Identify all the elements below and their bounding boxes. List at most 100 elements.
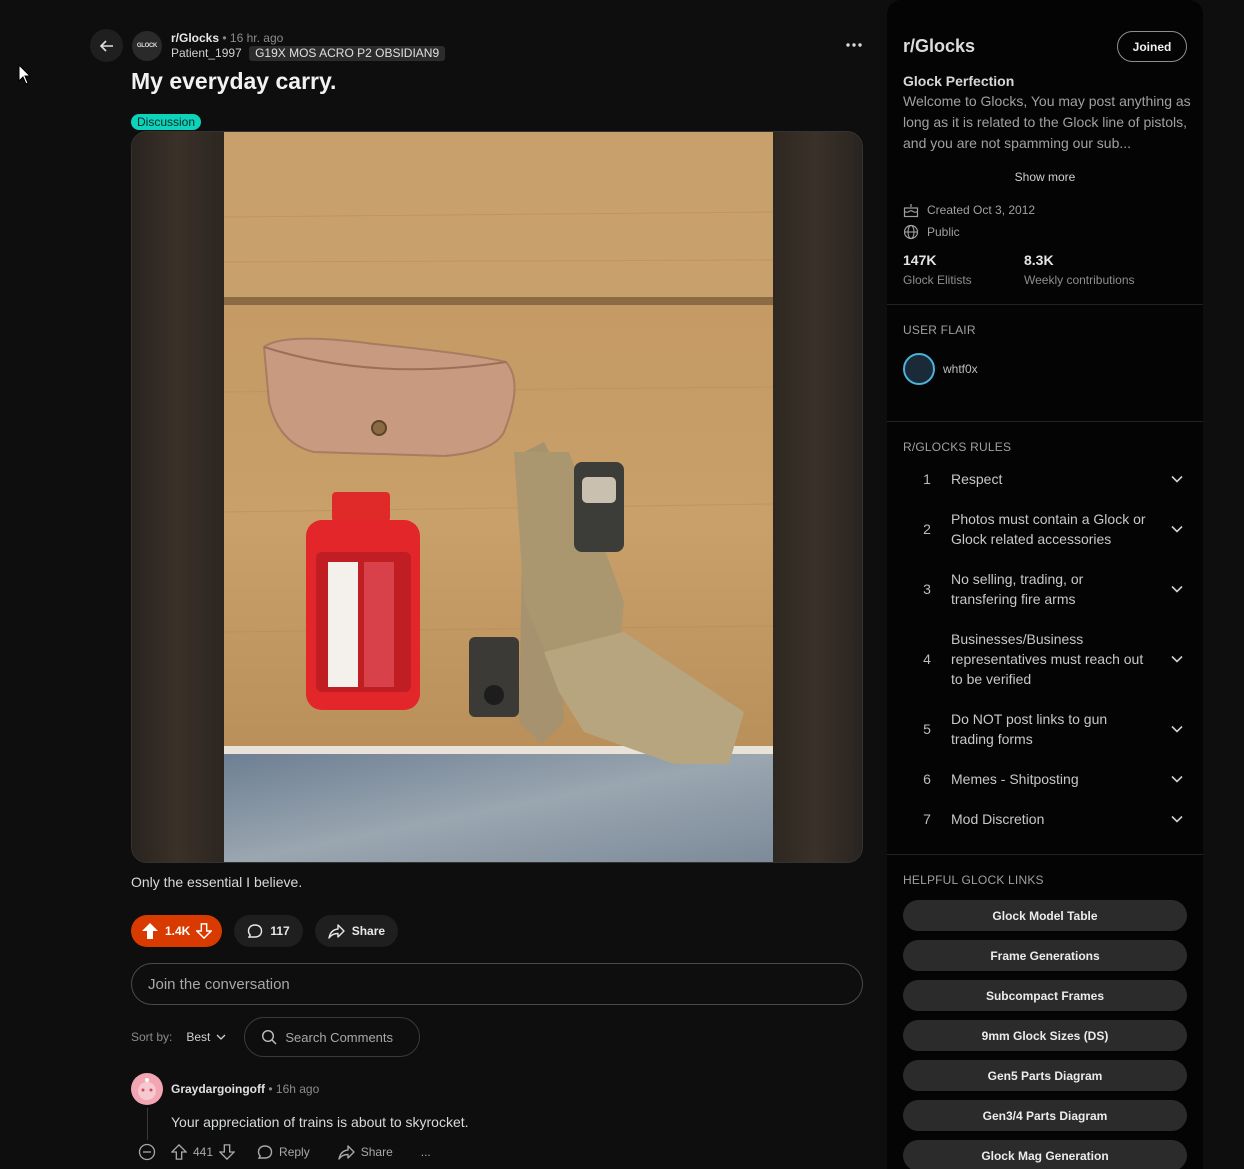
flair-avatar (903, 353, 935, 385)
created-date-text: Created Oct 3, 2012 (927, 203, 1036, 217)
rule-number: 5 (923, 721, 931, 737)
share-button[interactable]: Share (314, 915, 399, 947)
community-description: Welcome to Glocks, You may post anything… (903, 93, 1191, 151)
cake-icon (903, 204, 919, 218)
comment-time: 16h ago (275, 1082, 320, 1096)
created-date: Created Oct 3, 2012 (903, 202, 1035, 218)
reply-button[interactable]: Reply (257, 1144, 310, 1160)
post-title: My everyday carry. (131, 68, 337, 94)
rule-item[interactable]: 3 No selling, trading, or transfering fi… (903, 569, 1187, 609)
chevron-down-icon (1171, 585, 1183, 593)
image-blur-left (132, 132, 224, 862)
post-image[interactable] (131, 131, 863, 863)
visibility-text: Public (927, 225, 960, 239)
thread-line[interactable] (147, 1108, 148, 1140)
more-options-button[interactable] (842, 36, 866, 54)
joined-button[interactable]: Joined (1117, 31, 1187, 62)
comment-icon (257, 1145, 273, 1159)
rule-item[interactable]: 1 Respect (903, 469, 1187, 489)
community-name[interactable]: r/Glocks (903, 36, 975, 57)
edc-photo (224, 132, 773, 862)
members-label: Glock Elitists (903, 273, 972, 287)
join-conversation-placeholder: Join the conversation (148, 975, 290, 993)
chevron-down-icon (1171, 775, 1183, 783)
link-button[interactable]: 9mm Glock Sizes (DS) (903, 1020, 1187, 1051)
post-meta: r/Glocks • 16 hr. ago Patient_1997 G19X … (171, 31, 446, 61)
collapse-icon[interactable] (137, 1142, 157, 1162)
sort-dropdown[interactable]: Best (186, 1030, 226, 1044)
comment-meta: Graydargoingoff • 16h ago (171, 1082, 319, 1096)
comment-text: Your appreciation of trains is about to … (171, 1114, 469, 1130)
rule-text: Do NOT post links to gun trading forms (951, 711, 1108, 747)
chevron-down-icon (1171, 725, 1183, 733)
rule-item[interactable]: 7 Mod Discretion (903, 809, 1187, 829)
divider (887, 854, 1203, 855)
vote-count: 1.4K (165, 924, 191, 938)
link-button[interactable]: Frame Generations (903, 940, 1187, 971)
chevron-down-icon (1171, 475, 1183, 483)
share-label: Share (351, 924, 386, 938)
author-flair: G19X MOS ACRO P2 OBSIDIAN9 (249, 46, 446, 61)
share-icon (328, 924, 345, 939)
chevron-down-icon (216, 1034, 226, 1040)
comment-meta-separator: • (268, 1082, 273, 1096)
rule-text: Respect (951, 471, 1003, 487)
join-conversation-input[interactable]: Join the conversation (131, 963, 863, 1005)
comment-more-button[interactable]: ... (421, 1145, 431, 1159)
comment-share-button[interactable]: Share (338, 1144, 393, 1160)
user-flair-name: whtf0x (943, 362, 978, 376)
search-comments-input[interactable]: Search Comments (244, 1017, 421, 1057)
chevron-down-icon (1171, 815, 1183, 823)
link-button[interactable]: Glock Model Table (903, 900, 1187, 931)
comment-actions: 441 Reply Share ... (137, 1141, 431, 1163)
upvote-icon[interactable] (141, 922, 159, 940)
search-icon (262, 1029, 277, 1045)
members-stat: 147K Glock Elitists (903, 252, 972, 287)
link-button[interactable]: Gen5 Parts Diagram (903, 1060, 1187, 1091)
link-button[interactable]: Gen3/4 Parts Diagram (903, 1100, 1187, 1131)
subreddit-link[interactable]: r/Glocks (171, 31, 219, 45)
cursor-icon (18, 64, 32, 85)
back-button[interactable] (90, 29, 123, 62)
rule-text: Memes - Shitposting (951, 771, 1079, 787)
sort-label: Sort by: (131, 1030, 173, 1044)
rule-item[interactable]: 6 Memes - Shitposting (903, 769, 1187, 789)
search-comments-placeholder: Search Comments (285, 1029, 394, 1045)
downvote-icon[interactable] (219, 1144, 236, 1160)
comment-vote: 441 (171, 1144, 236, 1160)
weekly-stat: 8.3K Weekly contributions (1024, 252, 1135, 287)
commenter-avatar[interactable] (131, 1073, 163, 1105)
link-button[interactable]: Subcompact Frames (903, 980, 1187, 1011)
rules-heading: R/GLOCKS RULES (903, 440, 1012, 454)
divider (887, 421, 1203, 422)
community-title: Glock Perfection (903, 73, 1015, 89)
post-body-text: Only the essential I believe. (131, 874, 303, 890)
downvote-icon[interactable] (196, 923, 213, 939)
comment-sort-row: Sort by: Best Search Comments (131, 1017, 421, 1057)
rule-item[interactable]: 4 Businesses/Business representatives mu… (903, 629, 1187, 689)
upvote-icon[interactable] (171, 1144, 187, 1160)
comment-icon (248, 924, 263, 938)
comments-button[interactable]: 117 (234, 915, 303, 947)
more-options-icon (846, 43, 862, 47)
sort-value: Best (186, 1030, 211, 1044)
rule-text: Photos must contain a Glock or Glock rel… (951, 511, 1146, 547)
rule-text: Businesses/Business representatives must… (951, 631, 1144, 687)
rule-number: 4 (923, 651, 931, 667)
comment-vote-count: 441 (193, 1145, 214, 1159)
meta-separator: • (222, 31, 227, 45)
rule-number: 3 (923, 581, 931, 597)
weekly-label: Weekly contributions (1024, 273, 1135, 287)
back-arrow-icon (99, 39, 113, 52)
show-more-button[interactable]: Show more (887, 170, 1203, 184)
link-button[interactable]: Glock Mag Generation (903, 1140, 1187, 1169)
rule-number: 6 (923, 771, 931, 787)
post-flair-badge[interactable]: Discussion (131, 114, 202, 130)
user-flair[interactable]: whtf0x (903, 353, 978, 385)
share-icon (338, 1145, 355, 1160)
rule-item[interactable]: 2 Photos must contain a Glock or Glock r… (903, 509, 1187, 549)
rule-item[interactable]: 5 Do NOT post links to gun trading forms (903, 709, 1187, 749)
subreddit-avatar[interactable]: GLOCK (132, 31, 162, 61)
comment-author[interactable]: Graydargoingoff (171, 1082, 265, 1096)
author-link[interactable]: Patient_1997 (171, 46, 242, 60)
